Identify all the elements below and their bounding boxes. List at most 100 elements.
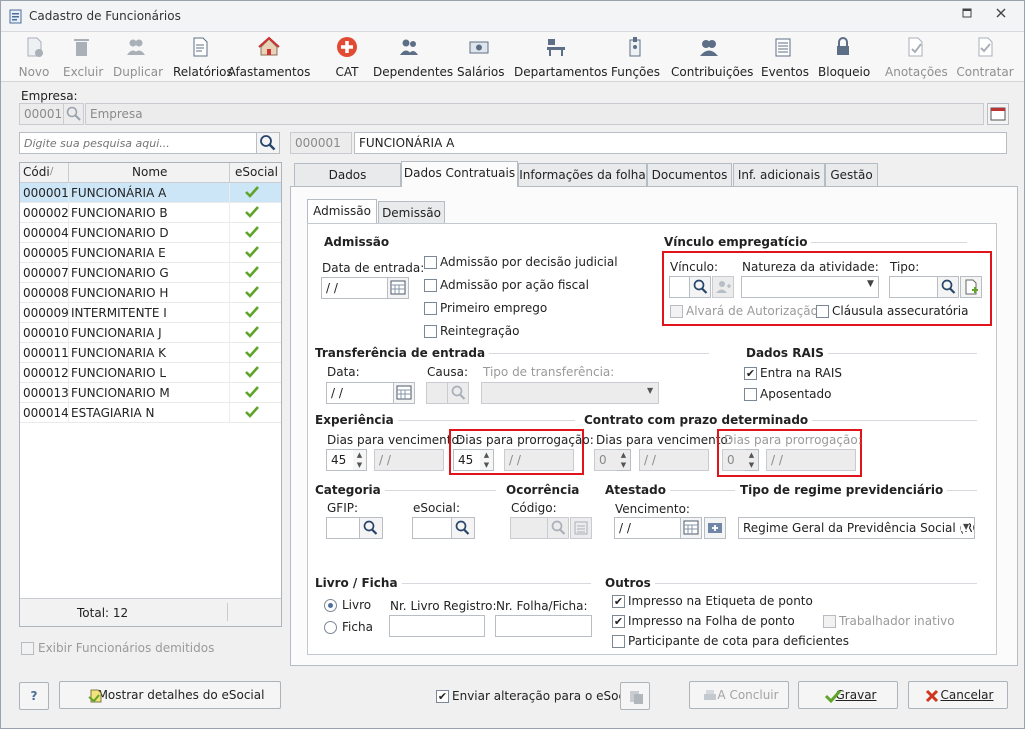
tab-dados-cadastrais[interactable]: Dados Cadastrais bbox=[294, 163, 401, 204]
nr-livro-input[interactable] bbox=[389, 615, 485, 637]
data-entrada-calendar-button[interactable] bbox=[387, 277, 409, 299]
table-row[interactable]: 000011 FUNCIONARIA K bbox=[20, 343, 281, 363]
subtab-demissao[interactable]: Demissão bbox=[378, 201, 445, 225]
exp-vencimento-spinner[interactable]: ▲ ▼ bbox=[353, 449, 367, 471]
clausula-checkbox[interactable] bbox=[816, 305, 829, 318]
tab-gestao[interactable]: Gestão bbox=[825, 163, 878, 187]
column-header-name[interactable]: Nome bbox=[132, 165, 167, 179]
gfip-input[interactable] bbox=[326, 517, 360, 539]
tipo-search-button[interactable] bbox=[937, 276, 959, 298]
esocial-cat-search-button[interactable] bbox=[451, 517, 475, 539]
exp-prorrogacao-spinner[interactable]: ▲ ▼ bbox=[480, 449, 494, 471]
data-entrada-input[interactable]: / / bbox=[321, 277, 388, 299]
cancelar-button[interactable]: Cancelar bbox=[908, 681, 1008, 709]
tab-informacoes-da-folha[interactable]: Informações da folha bbox=[518, 163, 647, 187]
enviar-esocial-checkbox[interactable]: ✔ bbox=[436, 690, 449, 703]
row-code: 000010 bbox=[23, 326, 69, 340]
tab-dados-contratuais[interactable]: Dados Contratuais bbox=[401, 161, 518, 187]
toolbar-cat-button[interactable]: CAT bbox=[334, 35, 360, 81]
reintegracao-checkbox[interactable] bbox=[424, 325, 437, 338]
table-row[interactable]: 000005 FUNCIONARIA E bbox=[20, 243, 281, 263]
table-row[interactable]: 000009 INTERMITENTE I bbox=[20, 303, 281, 323]
aposentado-checkbox[interactable] bbox=[744, 388, 757, 401]
sort-icon: / bbox=[50, 166, 54, 177]
exp-prorrogacao-input[interactable]: 45 bbox=[453, 449, 481, 471]
restore-button[interactable] bbox=[957, 7, 977, 25]
hire-icon bbox=[978, 37, 993, 57]
admissao-judicial-checkbox[interactable] bbox=[424, 256, 437, 269]
table-row[interactable]: 000013 FUNCIONARIO M bbox=[20, 383, 281, 403]
toolbar-eventos-button[interactable]: Eventos bbox=[761, 35, 809, 81]
natureza-select[interactable] bbox=[741, 276, 879, 298]
atestado-calendar-button[interactable] bbox=[680, 517, 702, 539]
alvara-checkbox bbox=[670, 305, 683, 318]
table-row[interactable]: 000008 FUNCIONARIO H bbox=[20, 283, 281, 303]
column-header-esocial[interactable]: eSocial bbox=[235, 165, 278, 179]
toolbar-anotacoes-button[interactable]: Anotações bbox=[885, 35, 948, 81]
table-row[interactable]: 000002 FUNCIONARIO B bbox=[20, 203, 281, 223]
toolbar-salarios-button[interactable]: Salários bbox=[457, 35, 505, 81]
folha-ponto-checkbox[interactable]: ✔ bbox=[612, 615, 625, 628]
tab-documentos[interactable]: Documentos bbox=[647, 163, 732, 187]
column-header-code[interactable]: Códi bbox=[23, 165, 50, 179]
exp-vencimento-input[interactable]: 45 bbox=[326, 449, 354, 471]
tipo-label: Tipo: bbox=[890, 260, 920, 274]
toolbar-excluir-button[interactable]: Excluir bbox=[63, 35, 103, 81]
toolbar-duplicar-button[interactable]: Duplicar bbox=[113, 35, 163, 81]
esocial-details-icon bbox=[88, 689, 102, 703]
toolbar-dependentes-button[interactable]: Dependentes bbox=[373, 35, 453, 81]
exibir-demitidos-checkbox[interactable] bbox=[21, 642, 34, 655]
etiqueta-ponto-checkbox[interactable]: ✔ bbox=[612, 595, 625, 608]
primeiro-emprego-checkbox[interactable] bbox=[424, 302, 437, 315]
admissao-fiscal-checkbox[interactable] bbox=[424, 279, 437, 292]
transferencia-calendar-button[interactable] bbox=[393, 382, 415, 404]
table-row[interactable]: 000012 FUNCIONARIO L bbox=[20, 363, 281, 383]
vinculo-input[interactable] bbox=[669, 276, 690, 298]
column-divider bbox=[229, 163, 230, 182]
empresa-calendar-button[interactable] bbox=[987, 103, 1009, 125]
column-divider bbox=[68, 183, 69, 203]
table-row[interactable]: 000007 FUNCIONARIO G bbox=[20, 263, 281, 283]
toolbar-bloqueio-button[interactable]: Bloqueio bbox=[818, 35, 870, 81]
table-row[interactable]: 000001 FUNCIONÁRIA A bbox=[20, 183, 281, 203]
column-divider bbox=[68, 303, 69, 323]
table-row[interactable]: 000010 FUNCIONARIA J bbox=[20, 323, 281, 343]
close-window-button[interactable] bbox=[991, 7, 1011, 25]
toolbar-contratar-button[interactable]: Contratar bbox=[956, 35, 1014, 81]
cota-deficientes-checkbox[interactable] bbox=[612, 635, 625, 648]
tab-inf-adicionais[interactable]: Inf. adicionais bbox=[733, 163, 825, 187]
toolbar-novo-button[interactable]: Novo bbox=[18, 35, 50, 81]
esocial-cat-input[interactable] bbox=[412, 517, 452, 539]
table-row[interactable]: 000014 ESTAGIARIA N bbox=[20, 403, 281, 423]
row-code: 000005 bbox=[23, 246, 69, 260]
toolbar-contribuicoes-button[interactable]: Contribuições bbox=[671, 35, 753, 81]
column-divider bbox=[68, 263, 69, 283]
column-divider bbox=[229, 363, 230, 383]
transferencia-data-input[interactable]: / / bbox=[326, 382, 394, 404]
toolbar-departamentos-button[interactable]: Departamentos bbox=[514, 35, 608, 81]
entra-rais-checkbox[interactable]: ✔ bbox=[744, 367, 757, 380]
column-divider bbox=[229, 223, 230, 243]
natureza-label: Natureza da atividade: bbox=[742, 260, 879, 274]
toolbar-funcoes-button[interactable]: Funções bbox=[611, 35, 660, 81]
exp-vencimento-label: Dias para vencimento: bbox=[327, 433, 463, 447]
tipo-input[interactable] bbox=[889, 276, 938, 298]
livro-radio[interactable] bbox=[324, 599, 337, 612]
vinculo-search-button[interactable] bbox=[689, 276, 711, 298]
esocial-details-button[interactable]: Mostrar detalhes do eSocial bbox=[59, 681, 281, 709]
gravar-button[interactable]: Gravar bbox=[798, 681, 898, 709]
toolbar-afastamentos-button[interactable]: Afastamentos bbox=[217, 35, 321, 81]
nr-folha-input[interactable] bbox=[495, 615, 592, 637]
regime-select[interactable]: Regime Geral da Previdência Social (RGPS… bbox=[738, 517, 975, 539]
table-row[interactable]: 000004 FUNCIONARIO D bbox=[20, 223, 281, 243]
gfip-search-button[interactable] bbox=[359, 517, 383, 539]
tipo-add-button[interactable] bbox=[960, 276, 982, 298]
help-button[interactable]: ? bbox=[19, 682, 49, 710]
atestado-add-button[interactable] bbox=[704, 517, 726, 539]
employee-name-field[interactable]: FUNCIONÁRIA A bbox=[354, 132, 1007, 154]
ficha-radio[interactable] bbox=[324, 621, 337, 634]
atestado-vencimento-input[interactable]: / / bbox=[614, 517, 681, 539]
search-button[interactable] bbox=[256, 132, 280, 154]
subtab-admissao[interactable]: Admissão bbox=[307, 199, 377, 225]
search-input[interactable] bbox=[19, 132, 257, 154]
